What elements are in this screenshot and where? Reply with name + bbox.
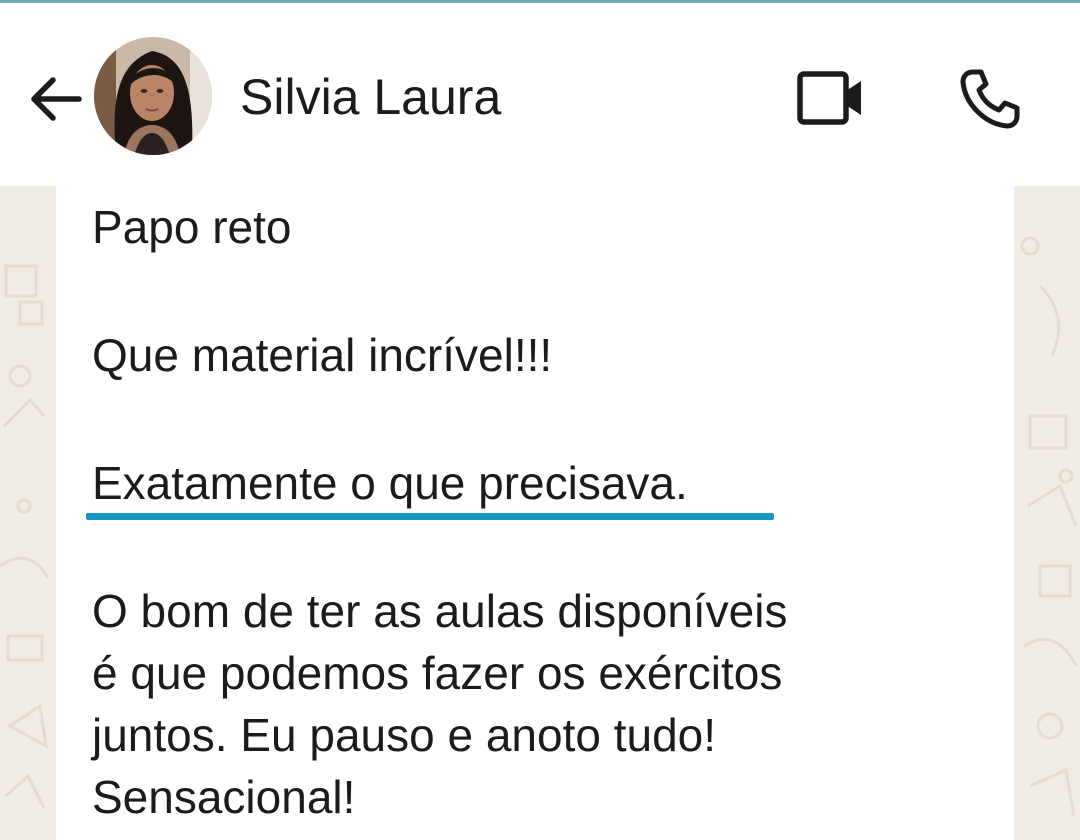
message-paragraph-line: juntos. Eu pauso e anoto tudo!	[92, 709, 717, 761]
message-paragraph-line: é que podemos fazer os exércitos	[92, 647, 783, 699]
message-line: Que material incrível!!!	[92, 329, 553, 381]
message-bubble[interactable]: Papo reto Que material incrível!!! Exata…	[56, 186, 1014, 840]
back-button[interactable]	[24, 67, 88, 131]
message-paragraph: O bom de ter as aulas disponíveis é que …	[92, 580, 992, 828]
chat-header: Silvia Laura	[0, 3, 1080, 186]
video-call-button[interactable]	[792, 63, 868, 133]
highlight-underline	[86, 513, 774, 520]
contact-name[interactable]: Silvia Laura	[240, 65, 501, 129]
message-line-highlighted: Exatamente o que precisava.	[92, 457, 688, 509]
message-paragraph-line: Sensacional!	[92, 771, 356, 823]
phone-icon	[960, 69, 1020, 129]
avatar[interactable]	[94, 37, 212, 155]
message-paragraph-line: O bom de ter as aulas disponíveis	[92, 585, 788, 637]
voice-call-button[interactable]	[952, 61, 1028, 137]
video-camera-icon	[797, 71, 861, 125]
arrow-left-icon	[31, 77, 82, 121]
chat-area[interactable]: Papo reto Que material incrível!!! Exata…	[0, 186, 1080, 840]
message-line: Papo reto	[92, 201, 292, 253]
avatar-image	[94, 37, 212, 155]
